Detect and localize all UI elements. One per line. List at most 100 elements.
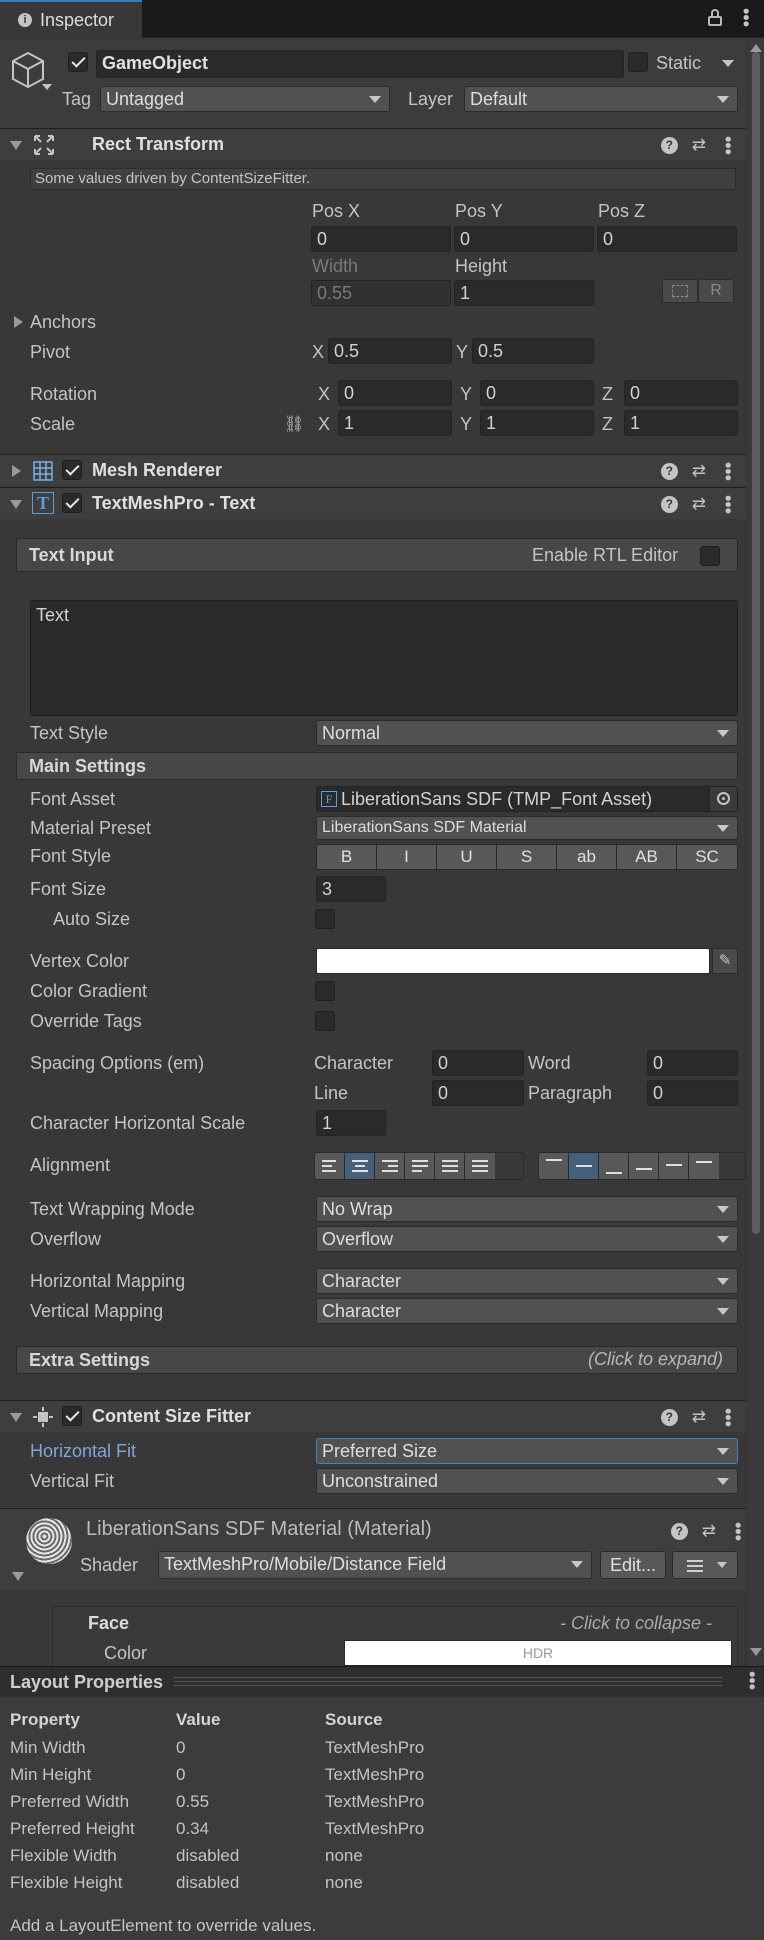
rtl-editor-checkbox[interactable] [700,546,720,566]
wrapping-dropdown[interactable]: No Wrap [316,1196,738,1222]
layout-properties-header[interactable]: Layout Properties ••• [0,1667,764,1697]
align-middle-icon[interactable] [569,1153,599,1179]
text-style-dropdown[interactable]: Normal [316,720,738,746]
hmapping-dropdown[interactable]: Character [316,1268,738,1294]
component-menu-icon[interactable]: ••• [718,1408,738,1427]
line-spacing-input[interactable]: 0 [432,1080,524,1106]
font-style-button-ab[interactable]: ab [557,845,617,869]
character-spacing-input[interactable]: 0 [432,1050,524,1076]
icon-dropdown-icon[interactable] [42,84,52,90]
shader-dropdown[interactable]: TextMeshPro/Mobile/Distance Field [158,1551,592,1579]
mesh-renderer-header[interactable]: Mesh Renderer ? ⇄ ••• [0,454,746,486]
foldout-icon[interactable] [10,1413,22,1422]
scale-x-input[interactable]: 1 [338,410,452,436]
tab-inspector[interactable]: i Inspector [0,0,142,38]
vertical-fit-dropdown[interactable]: Unconstrained [316,1468,738,1494]
pivot-x-input[interactable]: 0.5 [328,338,452,364]
mesh-renderer-enabled-checkbox[interactable] [62,460,82,480]
presets-icon[interactable]: ⇄ [692,1407,706,1427]
layout-properties-menu-icon[interactable]: ••• [742,1671,762,1690]
presets-icon[interactable]: ⇄ [692,494,706,514]
shader-options-dropdown[interactable] [672,1551,738,1579]
anchors-foldout-icon[interactable] [14,316,23,328]
auto-size-checkbox[interactable] [315,909,335,929]
align-capline-icon[interactable] [689,1153,719,1179]
active-checkbox[interactable] [68,52,88,72]
component-menu-icon[interactable]: ••• [718,495,738,514]
lock-icon[interactable] [708,16,722,26]
align-geometry-center-icon[interactable] [465,1153,495,1179]
align-top-icon[interactable] [539,1153,569,1179]
align-center-icon[interactable] [345,1153,375,1179]
help-icon[interactable]: ? [660,495,678,513]
vmapping-dropdown[interactable]: Character [316,1298,738,1324]
csf-enabled-checkbox[interactable] [62,1406,82,1426]
rotation-x-input[interactable]: 0 [338,380,452,406]
align-left-icon[interactable] [315,1153,345,1179]
static-dropdown-icon[interactable] [722,60,734,67]
blueprint-mode-button[interactable] [662,279,698,303]
help-icon[interactable]: ? [660,462,678,480]
font-style-button-s[interactable]: S [497,845,557,869]
align-bottom-icon[interactable] [599,1153,629,1179]
constrain-proportions-icon[interactable]: ⛓ [284,414,304,434]
align-right-icon[interactable] [375,1153,405,1179]
help-icon[interactable]: ? [660,1408,678,1426]
font-style-button-b[interactable]: B [317,845,377,869]
material-preset-dropdown[interactable]: LiberationSans SDF Material [316,816,738,840]
rotation-y-input[interactable]: 0 [480,380,594,406]
foldout-icon[interactable] [10,141,22,150]
pos-x-input[interactable]: 0 [311,226,451,252]
component-menu-icon[interactable]: ••• [728,1522,748,1541]
scale-z-input[interactable]: 1 [624,410,738,436]
gameobject-name-input[interactable]: GameObject [96,50,624,78]
tmp-enabled-checkbox[interactable] [62,493,82,513]
pos-z-input[interactable]: 0 [597,226,737,252]
scale-y-input[interactable]: 1 [480,410,594,436]
static-checkbox[interactable] [628,52,648,72]
csf-header[interactable]: Content Size Fitter ? ⇄ ••• [0,1400,746,1432]
font-style-button-sc[interactable]: SC [677,845,737,869]
scroll-down-icon[interactable] [750,1648,762,1656]
scroll-up-icon[interactable] [750,44,762,52]
text-input-area[interactable]: Text [30,600,738,716]
align-justified-icon[interactable] [405,1153,435,1179]
pivot-y-input[interactable]: 0.5 [472,338,594,364]
raw-edit-button[interactable]: R [698,279,734,303]
face-color-swatch[interactable]: HDR [344,1640,732,1666]
material-foldout-icon[interactable] [12,1572,24,1581]
tmp-header[interactable]: T TextMeshPro - Text ? ⇄ ••• [0,487,746,519]
presets-icon[interactable]: ⇄ [692,135,706,155]
component-menu-icon[interactable]: ••• [718,136,738,155]
font-asset-field[interactable]: F LiberationSans SDF (TMP_Font Asset) [316,786,738,812]
height-input[interactable]: 1 [454,280,594,306]
foldout-icon[interactable] [10,500,22,509]
color-gradient-checkbox[interactable] [315,981,335,1001]
presets-icon[interactable]: ⇄ [702,1521,716,1541]
help-icon[interactable]: ? [670,1522,688,1540]
presets-icon[interactable]: ⇄ [692,461,706,481]
help-icon[interactable]: ? [660,136,678,154]
face-hint[interactable]: - Click to collapse - [560,1612,712,1634]
eyedropper-icon[interactable]: ✎ [712,948,738,974]
object-picker-icon[interactable] [709,787,737,811]
font-style-button-u[interactable]: U [437,845,497,869]
anchors-label[interactable]: Anchors [30,311,96,333]
foldout-icon[interactable] [12,465,21,477]
kebab-menu-icon[interactable]: ••• [736,8,756,27]
face-label[interactable]: Face [88,1612,129,1634]
align-baseline-icon[interactable] [629,1153,659,1179]
paragraph-spacing-input[interactable]: 0 [647,1080,738,1106]
align-midline-icon[interactable] [659,1153,689,1179]
align-flush-icon[interactable] [435,1153,465,1179]
layer-dropdown[interactable]: Default [464,86,738,112]
override-tags-checkbox[interactable] [315,1011,335,1031]
word-spacing-input[interactable]: 0 [647,1050,738,1076]
component-menu-icon[interactable]: ••• [718,462,738,481]
font-size-input[interactable]: 3 [316,876,386,902]
char-hscale-input[interactable]: 1 [316,1110,386,1136]
vertex-color-swatch[interactable] [316,948,710,974]
pos-y-input[interactable]: 0 [454,226,594,252]
overflow-dropdown[interactable]: Overflow [316,1226,738,1252]
rotation-z-input[interactable]: 0 [624,380,738,406]
